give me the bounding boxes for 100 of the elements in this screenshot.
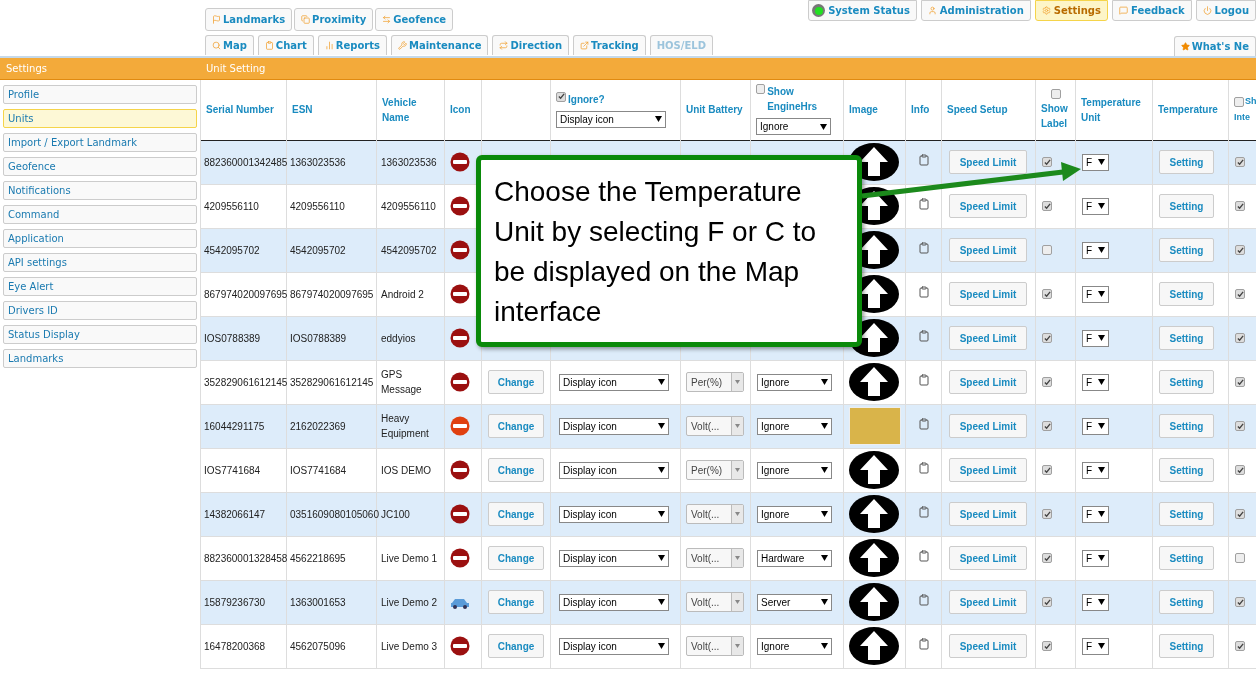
speed-limit-button[interactable]: Speed Limit	[949, 326, 1027, 350]
checkbox[interactable]	[1042, 641, 1052, 651]
sidebar-item[interactable]: Landmarks	[3, 349, 197, 368]
temperature-unit-dropdown[interactable]: F	[1082, 505, 1109, 523]
nav-tab[interactable]: Landmarks	[205, 8, 293, 31]
temperature-unit-dropdown[interactable]: F	[1082, 329, 1109, 347]
checkbox[interactable]	[1042, 157, 1052, 167]
clipboard-icon[interactable]	[917, 242, 930, 254]
temperature-unit-dropdown[interactable]: F	[1082, 637, 1109, 655]
checkbox[interactable]	[756, 84, 766, 95]
sidebar-item[interactable]: API settings	[3, 253, 197, 272]
checkbox[interactable]	[1042, 333, 1052, 343]
checkbox[interactable]	[1042, 553, 1052, 563]
sidebar-item[interactable]: Status Display	[3, 325, 197, 344]
checkbox[interactable]	[1042, 245, 1052, 255]
checkbox[interactable]	[1235, 641, 1245, 651]
battery-dropdown[interactable]: Volt(...	[686, 636, 744, 656]
change-button[interactable]: Change	[488, 634, 544, 658]
speed-limit-button[interactable]: Speed Limit	[949, 282, 1027, 306]
checkbox[interactable]	[556, 91, 566, 102]
checkbox[interactable]	[1235, 421, 1245, 431]
display-dropdown[interactable]: Display icon	[559, 461, 669, 479]
battery-dropdown[interactable]: Volt(...	[686, 504, 744, 524]
change-button[interactable]: Change	[488, 370, 544, 394]
whats-new-tab[interactable]: What's Ne	[1173, 36, 1256, 56]
nav-tab[interactable]: Map	[205, 35, 254, 55]
clipboard-icon[interactable]	[917, 638, 930, 650]
change-button[interactable]: Change	[488, 546, 544, 570]
speed-limit-button[interactable]: Speed Limit	[949, 370, 1027, 394]
engine-hours-dropdown[interactable]: Server	[757, 593, 832, 611]
speed-limit-button[interactable]: Speed Limit	[949, 194, 1027, 218]
engine-hours-dropdown[interactable]: Ignore	[757, 417, 832, 435]
speed-limit-button[interactable]: Speed Limit	[949, 238, 1027, 262]
checkbox[interactable]	[1235, 245, 1245, 255]
speed-limit-button[interactable]: Speed Limit	[949, 414, 1027, 438]
battery-dropdown[interactable]: Volt(...	[686, 548, 744, 568]
engine-hours-dropdown[interactable]: Ignore	[757, 505, 832, 523]
temperature-unit-dropdown[interactable]: F	[1082, 373, 1109, 391]
display-dropdown[interactable]: Display icon	[559, 417, 669, 435]
engine-hours-dropdown[interactable]: Hardware	[757, 549, 832, 567]
battery-dropdown[interactable]: Volt(...	[686, 592, 744, 612]
setting-button[interactable]: Setting	[1159, 326, 1214, 350]
battery-dropdown[interactable]: Per(%)	[686, 372, 744, 392]
header-button[interactable]: Logou	[1195, 0, 1256, 21]
sidebar-item[interactable]: Geofence	[3, 157, 197, 176]
speed-limit-button[interactable]: Speed Limit	[949, 150, 1027, 174]
setting-button[interactable]: Setting	[1159, 414, 1214, 438]
filter-dropdown[interactable]: Display icon	[556, 110, 666, 128]
checkbox[interactable]	[1050, 88, 1061, 99]
setting-button[interactable]: Setting	[1159, 370, 1214, 394]
sidebar-item[interactable]: Drivers ID	[3, 301, 197, 320]
checkbox[interactable]	[1235, 465, 1245, 475]
setting-button[interactable]: Setting	[1159, 590, 1214, 614]
display-dropdown[interactable]: Display icon	[559, 593, 669, 611]
engine-hours-dropdown[interactable]: Ignore	[757, 637, 832, 655]
clipboard-icon[interactable]	[917, 418, 930, 430]
temperature-unit-dropdown[interactable]: F	[1082, 549, 1109, 567]
clipboard-icon[interactable]	[917, 462, 930, 474]
checkbox[interactable]	[1042, 597, 1052, 607]
checkbox[interactable]	[1235, 333, 1245, 343]
setting-button[interactable]: Setting	[1159, 150, 1214, 174]
header-button[interactable]: System Status	[808, 0, 917, 21]
checkbox[interactable]	[1235, 201, 1245, 211]
display-dropdown[interactable]: Display icon	[559, 549, 669, 567]
header-button[interactable]: Settings	[1034, 0, 1108, 21]
speed-limit-button[interactable]: Speed Limit	[949, 634, 1027, 658]
display-dropdown[interactable]: Display icon	[559, 373, 669, 391]
change-button[interactable]: Change	[488, 414, 544, 438]
speed-limit-button[interactable]: Speed Limit	[949, 458, 1027, 482]
temperature-unit-dropdown[interactable]: F	[1082, 461, 1109, 479]
clipboard-icon[interactable]	[917, 594, 930, 606]
change-button[interactable]: Change	[488, 458, 544, 482]
engine-hours-dropdown[interactable]: Ignore	[757, 373, 832, 391]
checkbox[interactable]	[1042, 201, 1052, 211]
setting-button[interactable]: Setting	[1159, 502, 1214, 526]
checkbox[interactable]	[1234, 97, 1244, 107]
sidebar-item[interactable]: Import / Export Landmark	[3, 133, 197, 152]
checkbox[interactable]	[1042, 421, 1052, 431]
filter-dropdown[interactable]: Ignore	[756, 118, 831, 136]
checkbox[interactable]	[1042, 377, 1052, 387]
checkbox[interactable]	[1235, 157, 1245, 167]
sidebar-item[interactable]: Application	[3, 229, 197, 248]
sidebar-item[interactable]: Profile	[3, 85, 197, 104]
change-button[interactable]: Change	[488, 502, 544, 526]
clipboard-icon[interactable]	[917, 154, 930, 166]
checkbox[interactable]	[1042, 509, 1052, 519]
speed-limit-button[interactable]: Speed Limit	[949, 590, 1027, 614]
nav-tab[interactable]: Tracking	[573, 35, 646, 55]
sidebar-item[interactable]: Command	[3, 205, 197, 224]
temperature-unit-dropdown[interactable]: F	[1082, 417, 1109, 435]
header-button[interactable]: Feedback	[1111, 0, 1192, 21]
setting-button[interactable]: Setting	[1159, 458, 1214, 482]
setting-button[interactable]: Setting	[1159, 194, 1214, 218]
temperature-unit-dropdown[interactable]: F	[1082, 153, 1109, 171]
sidebar-item[interactable]: Eye Alert	[3, 277, 197, 296]
checkbox[interactable]	[1235, 377, 1245, 387]
speed-limit-button[interactable]: Speed Limit	[949, 502, 1027, 526]
checkbox[interactable]	[1235, 553, 1245, 563]
nav-tab[interactable]: Maintenance	[390, 35, 489, 55]
checkbox[interactable]	[1042, 465, 1052, 475]
